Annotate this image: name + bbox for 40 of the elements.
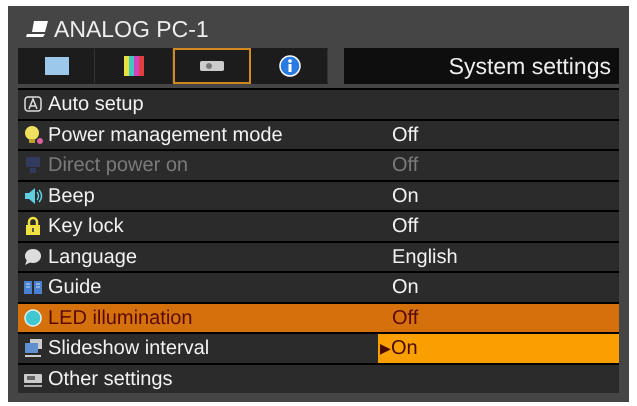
setting-label: LED illumination [48, 306, 193, 331]
setting-value: On [392, 184, 419, 209]
setting-value: Off [392, 214, 418, 240]
cursor-marker: ▶ [380, 338, 391, 358]
speaker-icon [22, 186, 44, 206]
menu-tab[interactable] [172, 48, 251, 84]
setting-value: On [392, 275, 419, 300]
setting-value: English [392, 244, 458, 270]
laptop-icon [26, 20, 50, 38]
menu-row[interactable]: Key lock Off [18, 212, 619, 240]
menu-row[interactable]: Beep On [18, 182, 619, 210]
menu-row[interactable]: Slideshow interval ▶On [18, 334, 619, 362]
setting-label: Beep [48, 184, 95, 209]
menu-row[interactable]: Other settings [18, 364, 619, 393]
setting-value: On [391, 336, 418, 362]
setting-value: Off [392, 306, 418, 331]
setting-value: Off [392, 122, 418, 148]
setting-label: Power management mode [48, 122, 283, 148]
menu-row[interactable]: Auto setup [18, 90, 619, 118]
light-bulb-icon [22, 124, 44, 145]
setting-label: Slideshow interval [48, 336, 210, 362]
value-highlight[interactable]: ▶On [378, 334, 619, 362]
setting-label: Key lock [48, 214, 124, 240]
section-title: System settings [344, 48, 619, 84]
setting-label: Guide [48, 275, 102, 300]
led-icon [22, 308, 44, 328]
menu-row[interactable]: Guide On [18, 273, 619, 302]
slides-icon [22, 338, 44, 358]
menu-row[interactable]: Language English [18, 242, 619, 271]
menu-row[interactable]: Power management mode Off [18, 120, 619, 149]
letter-a-icon [22, 94, 44, 114]
setting-label: Language [48, 244, 137, 270]
setting-label: Other settings [48, 366, 173, 392]
speech-bubble-icon [22, 246, 44, 267]
setting-value: Off [392, 153, 418, 178]
window-title: ANALOG PC-1 [54, 14, 209, 44]
menu-row[interactable]: LED illumination Off [18, 304, 619, 332]
setting-label: Auto setup [48, 92, 144, 118]
setting-label: Direct power on [48, 153, 188, 178]
screen-icon [43, 55, 72, 77]
